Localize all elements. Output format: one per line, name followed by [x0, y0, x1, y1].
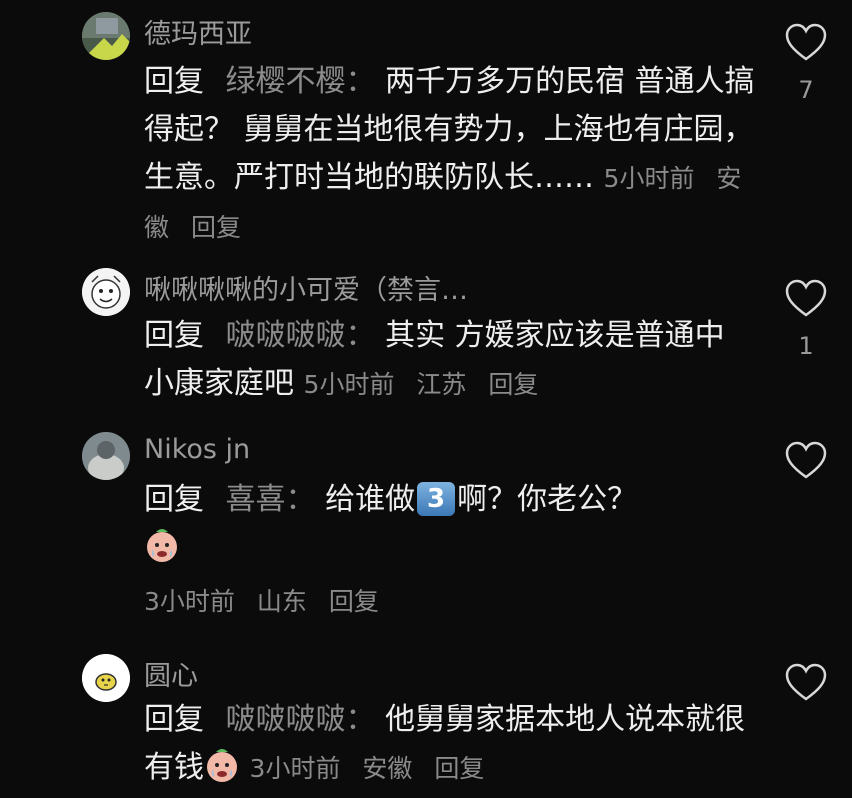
comment-time: 5小时前	[603, 164, 695, 193]
comment-username[interactable]: 圆心	[144, 654, 198, 693]
heart-outline-icon[interactable]	[784, 440, 828, 480]
avatar-photo-icon	[82, 12, 130, 60]
like-count: 7	[798, 76, 814, 104]
comment-text: 给谁做	[325, 482, 416, 517]
comment-location: 山东	[256, 587, 307, 616]
comment-username[interactable]: Nikos jn	[144, 434, 250, 465]
comment-meta: 3小时前 山东 回复	[144, 582, 379, 618]
comment-time: 3小时前	[144, 587, 235, 616]
comment-body: 回复 喜喜： 给谁做 3 啊？你老公？	[144, 476, 764, 578]
reply-keyword: 回复	[144, 702, 204, 737]
reply-target[interactable]: 啵啵啵啵：	[226, 318, 376, 353]
avatar[interactable]	[82, 12, 130, 60]
reply-target[interactable]: 喜喜：	[226, 482, 316, 517]
comment-meta: 3小时前 安徽 回复	[250, 754, 485, 783]
reply-target[interactable]: 啵啵啵啵：	[226, 702, 376, 737]
comment-username[interactable]: 啾啾啾啾的小可爱（禁言…	[144, 268, 468, 307]
comment-item: Nikos jn 回复 喜喜： 给谁做 3 啊？你老公？ 3小时前 山东 回复	[0, 420, 852, 640]
comment-location: 安徽	[362, 754, 413, 783]
reply-target[interactable]: 绿樱不樱：	[226, 64, 376, 99]
comment-body: 回复 绿樱不樱： 两千万多万的民宿 普通人搞得起？ 舅舅在当地很有势力，上海也有…	[144, 58, 764, 252]
reply-keyword: 回复	[144, 318, 204, 353]
heart-outline-icon[interactable]	[784, 662, 828, 702]
comment-username[interactable]: 德玛西亚	[144, 12, 252, 51]
comment-item: 啾啾啾啾的小可爱（禁言… 回复 啵啵啵啵： 其实 方媛家应该是普通中 小康家庭吧…	[0, 250, 852, 420]
comment-text-continued: 啊？你老公？	[457, 482, 638, 517]
crying-face-emoji-icon	[144, 527, 180, 578]
keycap-three-icon: 3	[417, 482, 456, 516]
comment-time: 5小时前	[303, 370, 395, 399]
heart-outline-icon[interactable]	[784, 22, 828, 62]
avatar[interactable]	[82, 432, 130, 480]
comment-location: 江苏	[416, 370, 467, 399]
comment-body: 回复 啵啵啵啵： 他舅舅家据本地人说本就很有钱 3小时前 安徽 回复	[144, 696, 764, 798]
comment-item: 德玛西亚 回复 绿樱不樱： 两千万多万的民宿 普通人搞得起？ 舅舅在当地很有势力…	[0, 0, 852, 250]
comment-time: 3小时前	[249, 754, 341, 783]
heart-outline-icon[interactable]	[784, 278, 828, 318]
reply-button[interactable]: 回复	[191, 213, 241, 242]
avatar[interactable]	[82, 268, 130, 316]
reply-button[interactable]: 回复	[488, 370, 538, 399]
comment-body: 回复 啵啵啵啵： 其实 方媛家应该是普通中 小康家庭吧 5小时前 江苏 回复	[144, 312, 764, 409]
crying-face-emoji-icon	[204, 747, 240, 798]
avatar[interactable]	[82, 654, 130, 702]
reply-button[interactable]: 回复	[434, 754, 484, 783]
like-count: 1	[798, 332, 814, 360]
comment-meta: 5小时前 江苏 回复	[304, 370, 539, 399]
avatar-cartoon-icon	[82, 654, 130, 702]
reply-keyword: 回复	[144, 482, 204, 517]
reply-button[interactable]: 回复	[329, 587, 379, 616]
comment-item: 圆心 回复 啵啵啵啵： 他舅舅家据本地人说本就很有钱 3小时前 安徽 回复	[0, 640, 852, 785]
avatar-photo-icon	[82, 432, 130, 480]
reply-keyword: 回复	[144, 64, 204, 99]
avatar-cartoon-icon	[82, 268, 130, 316]
